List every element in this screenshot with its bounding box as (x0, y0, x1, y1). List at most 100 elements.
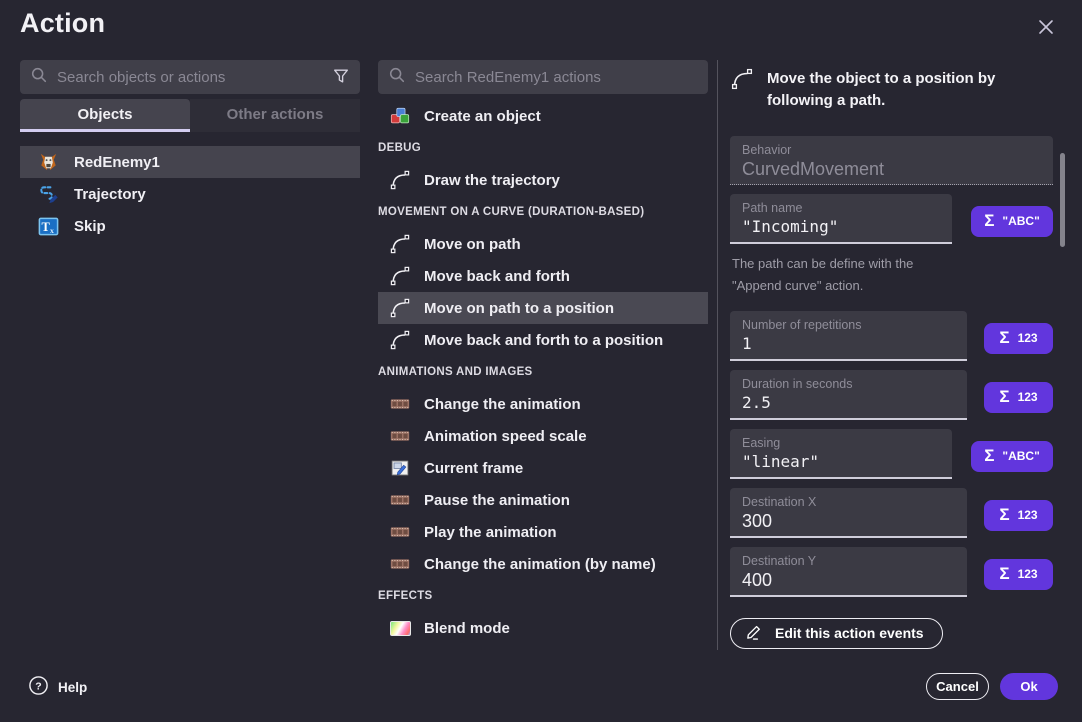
objects-search-bar (20, 60, 360, 94)
help-label: Help (58, 680, 87, 695)
action-row[interactable]: Move back and forth to a position (378, 324, 708, 356)
parameter-fields: BehaviorCurvedMovementPath nameΣ"ABC"The… (730, 136, 1053, 597)
close-button[interactable] (1032, 14, 1060, 42)
section-header: EFFECTS (378, 580, 708, 612)
action-label: Current frame (424, 460, 523, 477)
action-row[interactable]: Change the animation (378, 388, 708, 420)
curve-icon (388, 233, 412, 255)
curve-icon (388, 329, 412, 351)
action-row[interactable]: Blend mode (378, 612, 708, 644)
section-header: MOVEMENT ON A CURVE (DURATION-BASED) (378, 196, 708, 228)
objects-search-input[interactable] (57, 69, 323, 86)
action-row[interactable]: Play the animation (378, 516, 708, 548)
action-label: Pause the animation (424, 492, 570, 509)
behavior-label: Behavior (742, 143, 1041, 157)
object-label: Trajectory (74, 186, 146, 203)
path-name-input[interactable] (742, 217, 940, 236)
repetitions-input[interactable] (742, 334, 955, 353)
duration-input[interactable] (742, 393, 955, 412)
destination-y-expression-button[interactable]: Σ123 (984, 559, 1053, 590)
action-label: Draw the trajectory (424, 172, 560, 189)
sigma-icon: Σ (999, 387, 1009, 407)
duration-field: Duration in seconds (730, 370, 967, 420)
action-row[interactable]: Create an object (378, 100, 708, 132)
repetitions-field: Number of repetitions (730, 311, 967, 361)
curve-icon (388, 265, 412, 287)
object-row-trajectory[interactable]: Trajectory (20, 178, 360, 210)
easing-expression-button[interactable]: Σ"ABC" (971, 441, 1053, 472)
object-label: RedEnemy1 (74, 154, 160, 171)
curve-icon (730, 66, 754, 112)
film-icon (388, 553, 412, 575)
action-label: Blend mode (424, 620, 510, 637)
duration-label: Duration in seconds (742, 377, 955, 391)
action-row[interactable]: Pause the animation (378, 484, 708, 516)
expression-kind-label: 123 (1018, 331, 1038, 345)
action-label: Move on path to a position (424, 300, 614, 317)
repetitions-expression-button[interactable]: Σ 123 (984, 323, 1053, 354)
action-row[interactable]: Current frame (378, 452, 708, 484)
expression-kind-label: "ABC" (1002, 449, 1039, 463)
tab-other-actions[interactable]: Other actions (190, 99, 360, 132)
help-icon: ? (28, 675, 49, 699)
expression-kind-label: 123 (1018, 390, 1038, 404)
destination-y-input[interactable] (742, 570, 955, 591)
funnel-icon (332, 67, 350, 88)
svg-text:?: ? (35, 680, 41, 692)
destination-y-label: Destination Y (742, 554, 955, 568)
object-row-redenemy1[interactable]: RedEnemy1 (20, 146, 360, 178)
scrollbar-thumb[interactable] (1060, 153, 1065, 247)
help-button[interactable]: ? Help (28, 675, 87, 699)
create-object-icon (388, 105, 412, 127)
action-label: Move back and forth to a position (424, 332, 663, 349)
destination-x-expression-button[interactable]: Σ123 (984, 500, 1053, 531)
field-row-duration: Duration in seconds Σ 123 (730, 370, 1053, 420)
action-row[interactable]: Draw the trajectory (378, 164, 708, 196)
action-row[interactable]: Animation speed scale (378, 420, 708, 452)
edit-action-events-button[interactable]: Edit this action events (730, 618, 943, 649)
red-enemy-icon (36, 151, 60, 174)
field-row-destination-x: Destination XΣ123 (730, 488, 1053, 538)
field-row-path-name: Path name Σ"ABC" (730, 194, 1053, 244)
action-row[interactable]: Change the animation (by name) (378, 548, 708, 580)
field-row-easing: Easing Σ"ABC" (730, 429, 1053, 479)
svg-text:x: x (49, 226, 53, 235)
action-description: Move the object to a position by followi… (730, 66, 1053, 112)
filter-button[interactable] (332, 67, 350, 88)
cancel-button[interactable]: Cancel (926, 673, 989, 700)
object-row-skip[interactable]: TxSkip (20, 210, 360, 242)
duration-expression-button[interactable]: Σ 123 (984, 382, 1053, 413)
destination-y-field: Destination Y (730, 547, 967, 597)
action-list: Create an object DEBUG Draw the trajectory… (378, 100, 708, 644)
trajectory-icon (36, 183, 60, 206)
page-title: Action (20, 8, 105, 39)
destination-x-input[interactable] (742, 511, 955, 532)
objects-panel: ObjectsOther actions RedEnemy1 Trajectory… (20, 60, 360, 242)
actions-search-input[interactable] (415, 69, 698, 86)
pencil-icon (745, 622, 764, 644)
section-header: DEBUG (378, 132, 708, 164)
easing-field: Easing (730, 429, 952, 479)
action-label: Animation speed scale (424, 428, 587, 445)
curve-icon (388, 169, 412, 191)
action-label: Create an object (424, 108, 541, 125)
film-icon (388, 393, 412, 415)
curve-icon (388, 297, 412, 319)
easing-input[interactable] (742, 452, 940, 471)
action-row[interactable]: Move on path (378, 228, 708, 260)
expression-kind-label: 123 (1018, 567, 1038, 581)
expression-kind-label: 123 (1018, 508, 1038, 522)
action-row[interactable]: Move back and forth (378, 260, 708, 292)
path-name-label: Path name (742, 201, 940, 215)
action-label: Play the animation (424, 524, 557, 541)
text-object-icon: Tx (36, 215, 60, 238)
tab-objects[interactable]: Objects (20, 99, 190, 132)
sigma-icon: Σ (984, 211, 994, 231)
sigma-icon: Σ (999, 328, 1009, 348)
action-detail-panel: Move the object to a position by followi… (730, 66, 1053, 649)
action-row[interactable]: Move on path to a position (378, 292, 708, 324)
path-name-expression-button[interactable]: Σ"ABC" (971, 206, 1053, 237)
ok-button[interactable]: Ok (1000, 673, 1058, 700)
object-list: RedEnemy1 Trajectory TxSkip (20, 146, 360, 242)
action-label: Move back and forth (424, 268, 570, 285)
